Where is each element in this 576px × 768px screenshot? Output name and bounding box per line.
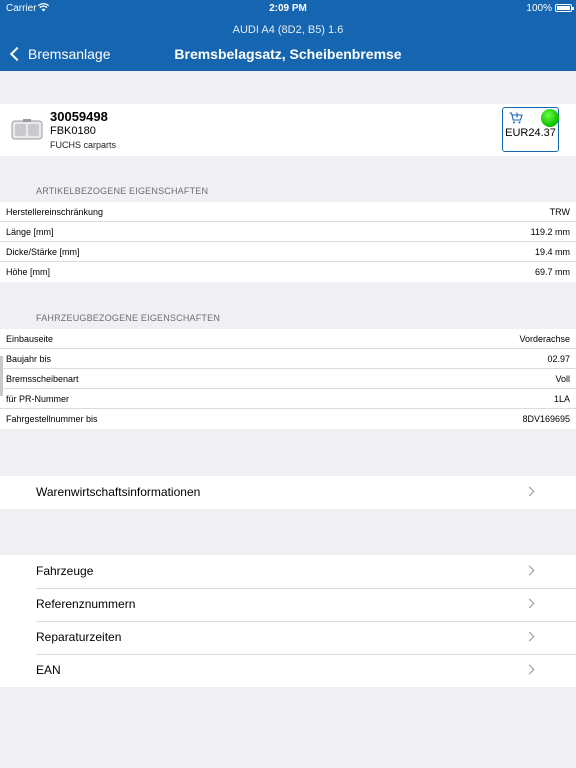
details-menu: Fahrzeuge Referenznummern Reparaturzeite…: [0, 555, 576, 687]
article-supplier: FUCHS carparts: [50, 140, 117, 150]
article-number: 30059498: [50, 109, 108, 124]
vehicle-subtitle: AUDI A4 (8D2, B5) 1.6: [232, 24, 344, 36]
menu-item-label: EAN: [36, 663, 61, 677]
table-row: Baujahr bis 02.97: [0, 349, 576, 369]
article-properties-table: Herstellereinschränkung TRW Länge [mm] 1…: [0, 202, 576, 282]
article-summary[interactable]: 30059498 FBK0180 FUCHS carparts: [0, 104, 576, 156]
menu-item-reparaturzeiten[interactable]: Reparaturzeiten: [0, 621, 576, 654]
vehicle-properties-table: Einbauseite Vorderachse Baujahr bis 02.9…: [0, 329, 576, 429]
table-row: Einbauseite Vorderachse: [0, 329, 576, 349]
add-to-cart-icon: [509, 112, 523, 124]
chevron-right-icon: [524, 598, 535, 609]
menu-item-label: Referenznummern: [36, 597, 136, 611]
menu-item-fahrzeuge[interactable]: Fahrzeuge: [0, 555, 576, 588]
property-key: Fahrgestellnummer bis: [6, 414, 98, 424]
menu-item-referenznummern[interactable]: Referenznummern: [0, 588, 576, 621]
property-value: 119.2 mm: [530, 227, 570, 237]
menu-item-label: Warenwirtschaftsinformationen: [36, 485, 201, 499]
table-row: für PR-Nummer 1LA: [0, 389, 576, 409]
battery-percent: 100%: [526, 3, 552, 14]
side-drag-handle[interactable]: [0, 356, 3, 396]
table-row: Herstellereinschränkung TRW: [0, 202, 576, 222]
brake-pad-thumbnail: [11, 119, 43, 140]
property-key: für PR-Nummer: [6, 394, 70, 404]
property-key: Baujahr bis: [6, 354, 52, 364]
property-key: Länge [mm]: [6, 227, 54, 237]
price-label: EUR24.37: [505, 127, 556, 139]
table-row: Höhe [mm] 69.7 mm: [0, 262, 576, 282]
chevron-right-icon: [524, 664, 535, 675]
vehicle-properties-header: FAHRZEUGBEZOGENE EIGENSCHAFTEN: [36, 313, 221, 323]
menu-item-warenwirtschaftsinformationen[interactable]: Warenwirtschaftsinformationen: [0, 476, 576, 509]
table-row: Länge [mm] 119.2 mm: [0, 222, 576, 242]
article-code: FBK0180: [50, 125, 96, 137]
property-value: TRW: [549, 207, 570, 217]
property-key: Dicke/Stärke [mm]: [6, 247, 80, 257]
article-properties-header: ARTIKELBEZOGENE EIGENSCHAFTEN: [36, 186, 209, 196]
chevron-right-icon: [524, 486, 535, 497]
property-value: 8DV169695: [522, 414, 570, 424]
availability-indicator: [541, 109, 559, 127]
property-value: 19.4 mm: [534, 247, 570, 257]
property-key: Herstellereinschränkung: [6, 207, 104, 217]
menu-item-ean[interactable]: EAN: [0, 654, 576, 687]
price-cart-button[interactable]: EUR24.37: [502, 107, 559, 152]
navigation-bar: Carrier 2:09 PM 100% AUDI A4 (8D2, B5) 1…: [0, 0, 576, 71]
battery-icon: [555, 4, 574, 12]
property-key: Einbauseite: [6, 334, 54, 344]
property-value: 1LA: [553, 394, 570, 404]
chevron-right-icon: [524, 631, 535, 642]
inventory-menu: Warenwirtschaftsinformationen: [0, 476, 576, 509]
property-key: Bremsscheibenart: [6, 374, 79, 384]
status-bar: Carrier 2:09 PM 100%: [0, 0, 576, 18]
menu-item-label: Reparaturzeiten: [36, 630, 122, 644]
table-row: Fahrgestellnummer bis 8DV169695: [0, 409, 576, 429]
page-title: Bremsbelagsatz, Scheibenbremse: [174, 46, 402, 62]
table-row: Dicke/Stärke [mm] 19.4 mm: [0, 242, 576, 262]
chevron-right-icon: [524, 565, 535, 576]
property-key: Höhe [mm]: [6, 267, 51, 277]
property-value: Voll: [555, 374, 570, 384]
property-value: 69.7 mm: [534, 267, 570, 277]
property-value: Vorderachse: [519, 334, 570, 344]
table-row: Bremsscheibenart Voll: [0, 369, 576, 389]
menu-item-label: Fahrzeuge: [36, 564, 94, 578]
property-value: 02.97: [547, 354, 570, 364]
clock: 2:09 PM: [269, 3, 307, 14]
